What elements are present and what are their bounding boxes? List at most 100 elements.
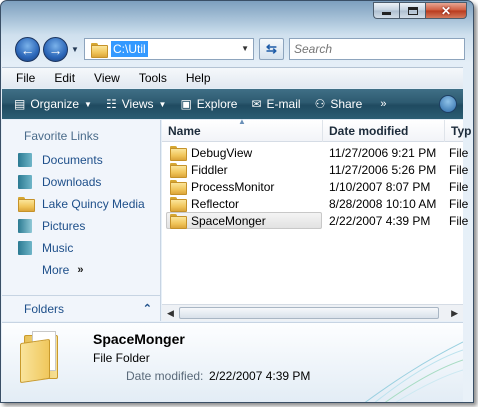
folder-icon [170,146,187,161]
favorite-links-title: Favorite Links [24,129,99,143]
maximize-button[interactable] [399,2,425,19]
folder-icon [91,42,108,58]
recent-pages-dropdown[interactable]: ▼ [71,45,79,54]
explore-label: Explore [196,97,238,111]
caption-buttons: ✕ [373,2,467,19]
details-type: File Folder [93,351,150,365]
scroll-right-icon[interactable]: ▶ [451,308,458,319]
more-commands-button[interactable]: » [380,98,386,110]
folder-icon [170,163,187,178]
share-button[interactable]: ⚇ Share [315,97,363,111]
column-name[interactable]: Name [162,120,323,142]
organize-icon: ▤ [14,97,26,111]
table-row-selected[interactable]: SpaceMonger 2/22/2007 4:39 PM File [162,212,468,229]
refresh-icon: ⇆ [266,41,277,56]
chevron-down-icon: ▼ [158,99,167,109]
folder-icon [170,214,187,229]
email-label: E-mail [266,97,301,111]
organize-button[interactable]: ▤ Organize ▼ [14,97,92,111]
help-button[interactable] [439,95,457,113]
file-date: 2/22/2007 4:39 PM [329,213,431,228]
link-label: Documents [42,153,103,167]
link-pictures[interactable]: Pictures [18,219,85,233]
folders-label: Folders [24,301,65,316]
chevron-down-icon[interactable]: ▼ [241,44,249,53]
address-row: ← → ▼ C:\Util ▼ ⇆ [13,35,468,63]
close-button[interactable]: ✕ [425,2,467,19]
link-music[interactable]: Music [18,241,73,255]
menu-file[interactable]: File [16,71,35,85]
link-downloads[interactable]: Downloads [18,175,101,189]
file-type: File [449,145,469,160]
organize-label: Organize [30,97,80,111]
file-date: 11/27/2006 5:26 PM [329,162,437,177]
link-label: Music [42,241,74,255]
details-name: SpaceMonger [93,331,185,347]
menu-tools[interactable]: Tools [139,71,167,85]
email-button[interactable]: ✉ E-mail [251,97,300,111]
file-name: SpaceMonger [191,213,266,228]
file-list: ▲ Name Date modified Typ DebugView 11/27… [162,117,471,321]
table-row[interactable]: Reflector 8/28/2008 10:10 AM File [162,195,468,212]
file-date: 11/27/2006 9:21 PM [329,145,437,160]
back-button[interactable]: ← [15,37,40,62]
table-row[interactable]: Fiddler 11/27/2006 5:26 PM File [162,161,468,178]
table-row[interactable]: DebugView 11/27/2006 9:21 PM File [162,144,468,161]
close-icon: ✕ [440,3,452,18]
scrollbar-thumb[interactable] [179,307,439,319]
share-label: Share [330,97,363,111]
folders-bar[interactable]: Folders ⌃ [2,295,160,321]
refresh-button[interactable]: ⇆ [259,38,284,60]
minimize-button[interactable] [373,2,399,19]
views-button[interactable]: ☷ Views ▼ [106,97,166,111]
link-label: Downloads [42,175,102,189]
explorer-window: ✕ ← → ▼ C:\Util ▼ ⇆ File Edit View Tools… [0,0,474,403]
link-documents[interactable]: Documents [18,153,103,167]
more-label: More [42,263,70,277]
menu-help[interactable]: Help [186,71,211,85]
folder-icon [170,180,187,195]
downloads-icon [18,175,32,189]
link-label: Lake Quincy Media [42,197,145,211]
link-lake-quincy-media[interactable]: Lake Quincy Media [18,197,145,212]
address-bar[interactable]: C:\Util ▼ [84,38,254,60]
search-input[interactable] [290,42,464,56]
forward-button[interactable]: → [43,37,68,62]
views-icon: ☷ [105,97,117,111]
explore-icon: ▣ [180,97,192,111]
menu-bar: File Edit View Tools Help [2,67,463,88]
forward-arrow-icon: → [48,41,63,58]
address-path[interactable]: C:\Util [111,41,148,57]
file-type: File [449,179,469,194]
file-type: File [449,196,469,211]
file-name: Fiddler [191,162,228,177]
table-row[interactable]: ProcessMonitor 1/10/2007 8:07 PM File [162,178,468,195]
email-icon: ✉ [251,97,262,111]
back-arrow-icon: ← [20,41,35,58]
chevron-up-icon: ⌃ [142,303,152,315]
menu-edit[interactable]: Edit [54,71,75,85]
column-date-modified[interactable]: Date modified [323,120,445,142]
column-type[interactable]: Typ [445,120,473,142]
horizontal-scrollbar[interactable]: ◀ ▶ [162,304,463,321]
link-more[interactable]: More » [42,263,83,277]
explore-button[interactable]: ▣ Explore [180,97,237,111]
file-rows: DebugView 11/27/2006 9:21 PM File Fiddle… [162,144,468,229]
maximize-icon [407,6,418,15]
minimize-icon [382,12,391,15]
views-label: Views [121,97,154,111]
column-type-label: Typ [451,124,472,138]
pictures-icon [18,219,32,233]
menu-view[interactable]: View [94,71,120,85]
file-name: DebugView [191,145,253,160]
column-header: ▲ Name Date modified Typ [162,117,471,142]
file-date: 1/10/2007 8:07 PM [329,179,431,194]
column-name-label: Name [168,124,201,138]
file-name: ProcessMonitor [191,179,275,194]
file-type: File [449,213,469,228]
search-box[interactable] [289,38,465,60]
details-date-label: Date modified: [126,369,204,383]
file-date: 8/28/2008 10:10 AM [329,196,437,211]
scroll-left-icon[interactable]: ◀ [167,308,174,319]
details-pane: SpaceMonger File Folder Date modified: 2… [2,322,463,402]
